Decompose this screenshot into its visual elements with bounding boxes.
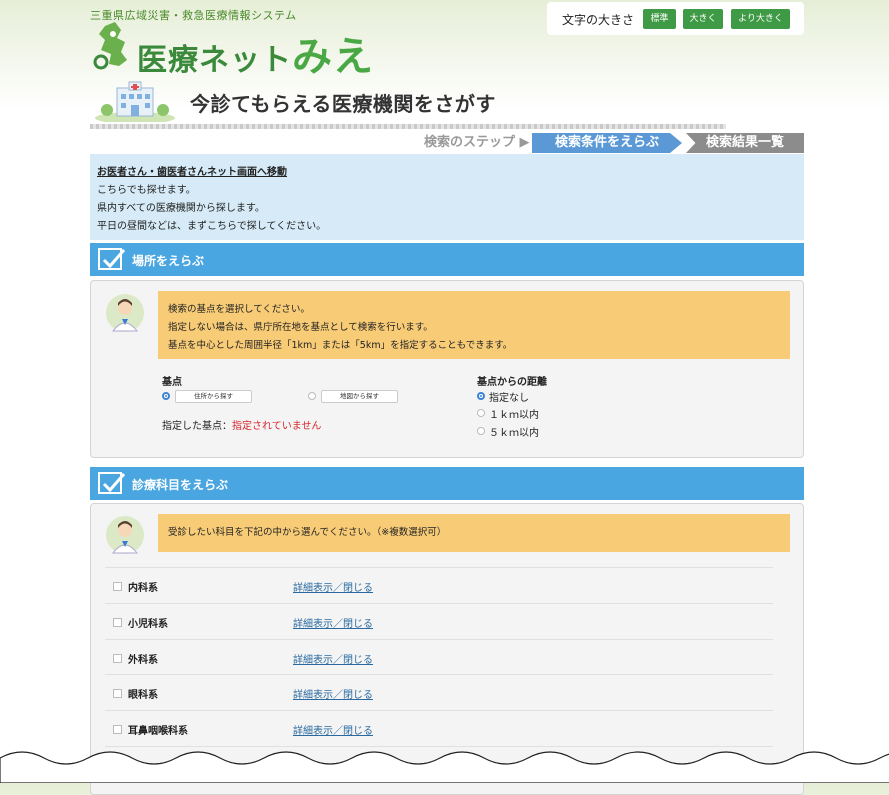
department-checkbox[interactable] (113, 725, 122, 734)
department-checkbox[interactable] (113, 618, 122, 627)
font-size-large-button[interactable]: 大きく (683, 9, 723, 29)
doctor-avatar-icon (106, 294, 144, 332)
page-title: 今診てもらえる医療機関をさがす (190, 92, 496, 116)
info-line: こちらでも探せます。 (97, 185, 196, 196)
page-cut-edge (0, 751, 889, 783)
instruction-line: 検索の基点を選択してください。 (168, 304, 310, 315)
distance-1km-label: １ｋｍ以内 (489, 410, 539, 421)
distance-5km-label: ５ｋｍ以内 (489, 428, 539, 439)
info-line: 平日の昼間などは、まずこちらで探してください。 (97, 221, 327, 232)
department-checkbox[interactable] (113, 689, 122, 698)
font-size-control: 文字の大きさ 標準 大きく より大きく (547, 2, 804, 35)
department-name: 眼科系 (128, 690, 158, 701)
base-address-radio[interactable] (162, 392, 170, 400)
department-details-link[interactable]: 詳細表示／閉じる (293, 722, 373, 737)
checkmark-icon (98, 248, 126, 270)
department-section-header: 診療科目をえらぶ (90, 467, 804, 500)
font-size-larger-button[interactable]: より大きく (731, 9, 790, 29)
department-row: 外科系 詳細表示／閉じる (105, 639, 773, 675)
search-by-address-button[interactable]: 住所から探す (175, 390, 252, 403)
distance-1km-radio[interactable] (477, 409, 485, 417)
steps-label-text: 検索のステップ (424, 135, 516, 150)
instruction-line: 指定しない場合は、県庁所在地を基点として検索を行います。 (168, 322, 433, 333)
selected-base-label: 指定した基点： (162, 421, 232, 432)
step-current: 検索条件をえらぶ (532, 133, 682, 153)
title-divider (90, 124, 726, 129)
distance-5km-radio[interactable] (477, 427, 485, 435)
location-section-header: 場所をえらぶ (90, 243, 804, 276)
department-name: 小児科系 (128, 619, 168, 630)
distance-none-label: 指定なし (489, 393, 529, 404)
search-by-map-button[interactable]: 地図から探す (321, 390, 398, 403)
info-line: 県内すべての医療機関から探します。 (97, 203, 265, 214)
search-steps: 検索のステップ ▶ 検索条件をえらぶ 検索結果一覧 (424, 133, 804, 153)
department-name: 内科系 (128, 583, 158, 594)
department-row: 耳鼻咽喉科系 詳細表示／閉じる (105, 710, 773, 746)
department-checkbox[interactable] (113, 582, 122, 591)
selected-base: 指定した基点：指定されていません (162, 417, 321, 432)
distance-label: 基点からの距離 (477, 377, 547, 388)
selected-base-value: 指定されていません (232, 421, 322, 432)
department-row: 内科系 詳細表示／閉じる (105, 567, 773, 603)
department-details-link[interactable]: 詳細表示／閉じる (293, 579, 373, 594)
base-map-radio[interactable] (308, 392, 316, 400)
instruction-line: 受診したい科目を下記の中から選んでください。（※複数選択可） (168, 527, 447, 538)
location-panel: 検索の基点を選択してください。 指定しない場合は、県庁所在地を基点として検索を行… (90, 280, 804, 458)
mie-logo-icon (93, 22, 127, 70)
location-section-title: 場所をえらぶ (132, 254, 205, 268)
department-details-link[interactable]: 詳細表示／閉じる (293, 651, 373, 666)
department-section-title: 診療科目をえらぶ (132, 478, 229, 492)
department-instructions: 受診したい科目を下記の中から選んでください。（※複数選択可） (158, 514, 790, 552)
department-name: 外科系 (128, 655, 158, 666)
instruction-line: 基点を中心とした周囲半径「1km」または「5km」を指定することもできます。 (168, 340, 513, 351)
hospital-icon (95, 81, 175, 122)
logo-text[interactable]: 医療ネットみえ (137, 24, 374, 82)
base-label: 基点 (162, 377, 182, 388)
department-details-link[interactable]: 詳細表示／閉じる (293, 615, 373, 630)
font-size-label: 文字の大きさ (562, 13, 635, 27)
distance-none-radio[interactable] (477, 392, 485, 400)
step-arrow-icon: ▶ (519, 135, 530, 150)
info-box: お医者さん・歯医者さんネット画面へ移動 こちらでも探せます。 県内すべての医療機… (90, 154, 804, 240)
logo-text-main: 医療ネット (137, 43, 292, 78)
logo-text-hira: みえ (292, 34, 374, 80)
doctor-net-link[interactable]: お医者さん・歯医者さんネット画面へ移動 (97, 163, 287, 178)
department-row: 小児科系 詳細表示／閉じる (105, 603, 773, 639)
department-row: 眼科系 詳細表示／閉じる (105, 674, 773, 710)
location-instructions: 検索の基点を選択してください。 指定しない場合は、県庁所在地を基点として検索を行… (158, 291, 790, 359)
department-details-link[interactable]: 詳細表示／閉じる (293, 686, 373, 701)
steps-label: 検索のステップ ▶ (424, 133, 530, 153)
doctor-avatar-icon (106, 516, 144, 554)
font-size-normal-button[interactable]: 標準 (643, 9, 676, 29)
step-next: 検索結果一覧 (686, 133, 804, 153)
checkmark-icon (98, 472, 126, 494)
department-checkbox[interactable] (113, 654, 122, 663)
department-name: 耳鼻咽喉科系 (128, 726, 188, 737)
